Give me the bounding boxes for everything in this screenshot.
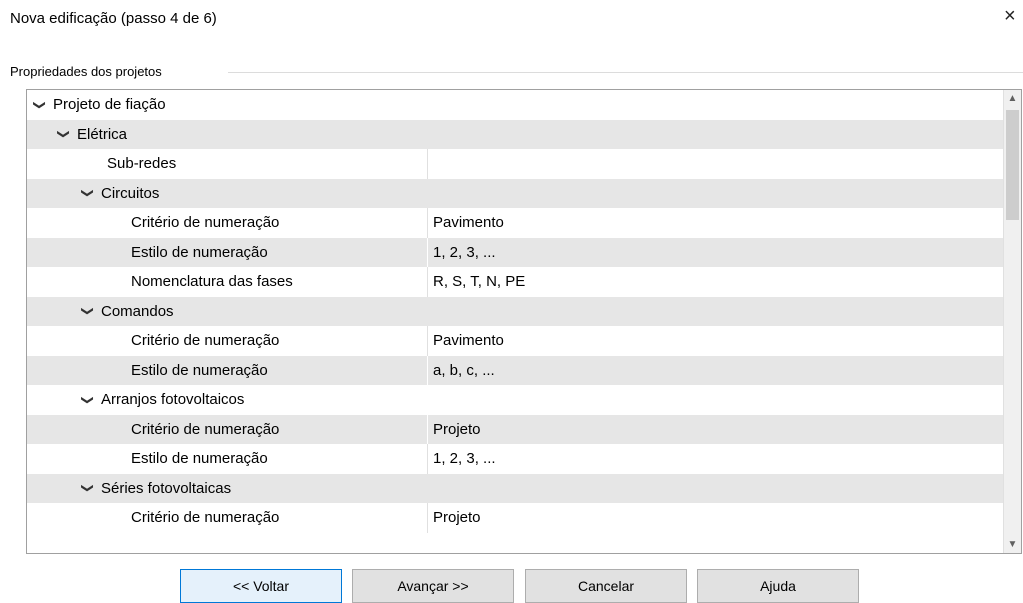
scroll-down-icon[interactable]: ▼ bbox=[1004, 536, 1021, 553]
chevron-down-icon[interactable]: ❯ bbox=[81, 304, 95, 318]
property-name: Critério de numeração bbox=[27, 503, 279, 533]
grid-category-row[interactable]: ❯ Séries fotovoltaicas bbox=[27, 473, 1004, 503]
property-value[interactable]: 1, 2, 3, ... bbox=[427, 238, 496, 268]
row-label: Critério de numeração bbox=[131, 420, 280, 438]
property-name: Sub-redes bbox=[27, 149, 176, 179]
row-label: Elétrica bbox=[77, 125, 128, 143]
property-value[interactable]: Pavimento bbox=[427, 208, 504, 238]
grid-property-row[interactable]: Nomenclatura das fases R, S, T, N, PE bbox=[27, 267, 1004, 297]
row-label: Arranjos fotovoltaicos bbox=[101, 391, 245, 409]
property-grid-rows: ❯ Projeto de fiação ❯ Elétrica Sub-redes ❯ Cir… bbox=[27, 90, 1004, 533]
property-value[interactable] bbox=[427, 149, 433, 179]
category-name: ❯ Projeto de fiação bbox=[27, 90, 1010, 120]
cancel-button[interactable]: Cancelar bbox=[525, 569, 687, 603]
property-name: Estilo de numeração bbox=[27, 238, 268, 268]
property-name: Estilo de numeração bbox=[27, 444, 268, 474]
row-label: Nomenclatura das fases bbox=[131, 273, 293, 291]
property-value[interactable]: R, S, T, N, PE bbox=[427, 267, 525, 297]
grid-category-row[interactable]: ❯ Elétrica bbox=[27, 119, 1004, 149]
property-value[interactable]: Projeto bbox=[427, 503, 481, 533]
row-label: Estilo de numeração bbox=[131, 243, 268, 261]
category-name: ❯ Comandos bbox=[27, 297, 1021, 327]
grid-property-row[interactable]: Critério de numeração Projeto bbox=[27, 414, 1004, 445]
property-name: Critério de numeração bbox=[27, 415, 279, 445]
row-label: Critério de numeração bbox=[131, 214, 280, 232]
row-label: Critério de numeração bbox=[131, 332, 280, 350]
scroll-thumb[interactable] bbox=[1006, 110, 1019, 220]
category-name: ❯ Séries fotovoltaicas bbox=[27, 474, 1021, 504]
chevron-down-icon[interactable]: ❯ bbox=[81, 481, 95, 495]
group-divider bbox=[228, 72, 1023, 73]
row-label: Comandos bbox=[101, 302, 174, 320]
next-button[interactable]: Avançar >> bbox=[352, 569, 514, 603]
property-name: Nomenclatura das fases bbox=[27, 267, 293, 297]
property-value[interactable]: Pavimento bbox=[427, 326, 504, 356]
row-label: Estilo de numeração bbox=[131, 361, 268, 379]
grid-property-row[interactable]: Critério de numeração Projeto bbox=[27, 503, 1004, 533]
property-grid[interactable]: ❯ Projeto de fiação ❯ Elétrica Sub-redes ❯ Cir… bbox=[26, 89, 1022, 554]
group-label: Propriedades dos projetos bbox=[10, 64, 166, 79]
grid-property-row[interactable]: Critério de numeração Pavimento bbox=[27, 326, 1004, 356]
scroll-up-icon[interactable]: ▲ bbox=[1004, 90, 1021, 107]
property-name: Critério de numeração bbox=[27, 208, 279, 238]
row-label: Estilo de numeração bbox=[131, 450, 268, 468]
grid-property-row[interactable]: Sub-redes bbox=[27, 149, 1004, 179]
grid-property-row[interactable]: Estilo de numeração 1, 2, 3, ... bbox=[27, 237, 1004, 268]
category-name: ❯ Arranjos fotovoltaicos bbox=[27, 385, 1021, 415]
grid-property-row[interactable]: Critério de numeração Pavimento bbox=[27, 208, 1004, 238]
category-name: ❯ Elétrica bbox=[27, 120, 1021, 150]
grid-category-row[interactable]: ❯ Projeto de fiação bbox=[27, 90, 1004, 120]
row-label: Projeto de fiação bbox=[53, 96, 166, 114]
dialog-title: Nova edificação (passo 4 de 6) bbox=[10, 10, 217, 27]
grid-property-row[interactable]: Estilo de numeração a, b, c, ... bbox=[27, 355, 1004, 386]
close-icon[interactable]: × bbox=[1004, 6, 1016, 26]
property-name: Estilo de numeração bbox=[27, 356, 268, 386]
category-name: ❯ Circuitos bbox=[27, 179, 1021, 209]
grid-category-row[interactable]: ❯ Arranjos fotovoltaicos bbox=[27, 385, 1004, 415]
button-bar: << Voltar Avançar >> Cancelar Ajuda bbox=[0, 565, 1023, 603]
property-value[interactable]: a, b, c, ... bbox=[427, 356, 495, 386]
back-button[interactable]: << Voltar bbox=[180, 569, 342, 603]
row-label: Sub-redes bbox=[107, 155, 177, 173]
property-value[interactable]: 1, 2, 3, ... bbox=[427, 444, 496, 474]
row-label: Critério de numeração bbox=[131, 509, 280, 527]
chevron-down-icon[interactable]: ❯ bbox=[57, 127, 71, 141]
vertical-scrollbar[interactable]: ▲ ▼ bbox=[1003, 90, 1021, 553]
chevron-down-icon[interactable]: ❯ bbox=[81, 393, 95, 407]
help-button[interactable]: Ajuda bbox=[697, 569, 859, 603]
property-value[interactable]: Projeto bbox=[427, 415, 481, 445]
property-name: Critério de numeração bbox=[27, 326, 279, 356]
chevron-down-icon[interactable]: ❯ bbox=[33, 98, 47, 112]
row-label: Séries fotovoltaicas bbox=[101, 479, 232, 497]
row-label: Circuitos bbox=[101, 184, 160, 202]
grid-property-row[interactable]: Estilo de numeração 1, 2, 3, ... bbox=[27, 444, 1004, 474]
grid-category-row[interactable]: ❯ Circuitos bbox=[27, 178, 1004, 208]
chevron-down-icon[interactable]: ❯ bbox=[81, 186, 95, 200]
grid-category-row[interactable]: ❯ Comandos bbox=[27, 296, 1004, 326]
